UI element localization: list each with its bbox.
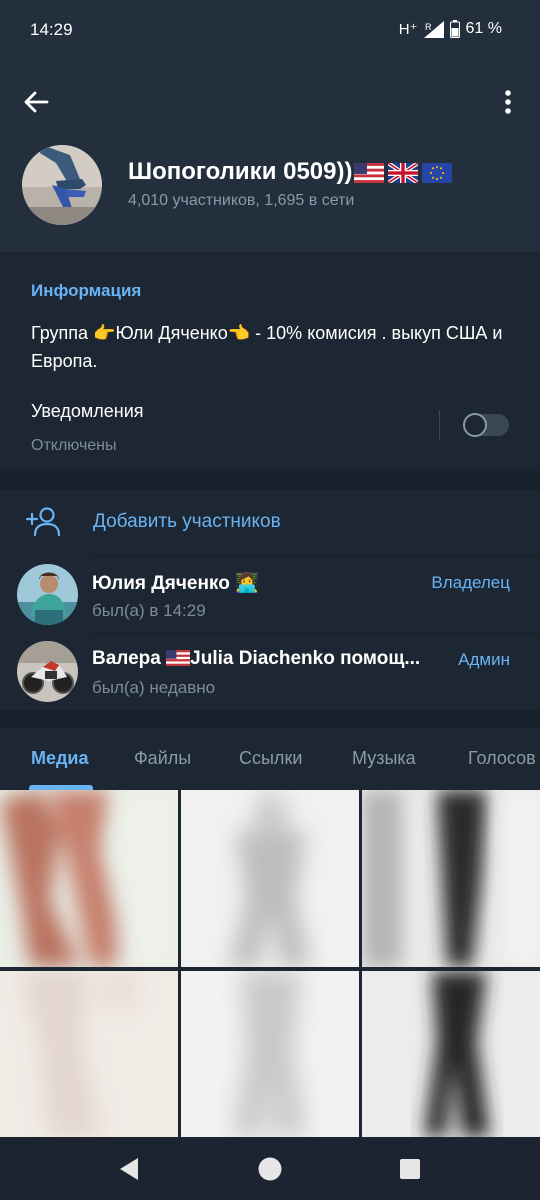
group-title-text: Шопоголики 0509)) bbox=[128, 158, 353, 185]
media-image bbox=[181, 971, 359, 1137]
media-thumbnail[interactable] bbox=[181, 790, 359, 967]
member-avatar-image bbox=[17, 641, 78, 702]
us-flag-icon bbox=[354, 162, 385, 183]
info-section: Информация Группа 👉Юли Дяченко👈 - 10% ко… bbox=[0, 253, 540, 471]
section-gap bbox=[0, 471, 540, 490]
toggle-knob bbox=[463, 413, 487, 437]
system-nav-bar bbox=[0, 1137, 540, 1200]
media-image bbox=[0, 790, 178, 967]
avatar bbox=[17, 564, 78, 625]
media-image bbox=[181, 790, 359, 967]
flags bbox=[354, 162, 453, 183]
member-avatar-image bbox=[17, 564, 78, 625]
member-role: Админ bbox=[458, 650, 510, 669]
media-grid bbox=[0, 790, 540, 1137]
member-row[interactable]: Юлия Дяченко 👩‍💻 был(а) в 14:29 Владелец bbox=[0, 556, 540, 633]
notifications-toggle[interactable] bbox=[463, 413, 509, 437]
member-name-suffix: Julia Diachenko помощ... bbox=[190, 648, 421, 669]
battery-percent: 61 % bbox=[465, 20, 502, 37]
back-arrow-icon bbox=[24, 91, 49, 113]
eu-flag-icon bbox=[422, 162, 453, 183]
section-gap bbox=[0, 710, 540, 728]
member-role: Владелец bbox=[431, 573, 510, 592]
member-row[interactable]: Валера Julia Diachenko помощ... был(а) н… bbox=[0, 633, 540, 710]
more-vertical-icon bbox=[505, 90, 511, 114]
info-heading: Информация bbox=[31, 281, 142, 300]
group-subtitle: 4,010 участников, 1,695 в сети bbox=[128, 192, 355, 209]
media-thumbnail[interactable] bbox=[362, 971, 540, 1148]
add-user-icon bbox=[26, 507, 61, 536]
members-section: Добавить участников Юлия Дяченко 👩‍💻 был… bbox=[0, 490, 540, 710]
status-time: 14:29 bbox=[30, 20, 73, 39]
tab-music[interactable]: Музыка bbox=[352, 748, 416, 769]
signal-icon: R bbox=[423, 20, 444, 38]
back-button[interactable] bbox=[18, 84, 54, 120]
network-type: H⁺ bbox=[398, 21, 418, 38]
media-thumbnail[interactable] bbox=[0, 790, 178, 967]
add-members-button[interactable]: Добавить участников bbox=[0, 490, 540, 556]
group-title: Шопоголики 0509)) bbox=[128, 158, 453, 186]
group-description: Группа 👉Юли Дяченко👈 - 10% комисия . вык… bbox=[31, 323, 503, 371]
divider bbox=[92, 633, 540, 634]
notifications-status: Отключены bbox=[31, 437, 117, 454]
media-image bbox=[362, 971, 540, 1137]
roaming-indicator: R bbox=[425, 22, 432, 32]
member-last-seen: был(а) недавно bbox=[92, 678, 216, 697]
status-indicators: H⁺ R 61 % bbox=[399, 20, 502, 38]
battery-icon bbox=[449, 20, 460, 38]
profile-header: Шопоголики 0509)) 4,010 участников, 1,69… bbox=[0, 62, 540, 252]
us-flag-icon bbox=[166, 650, 191, 666]
tab-files[interactable]: Файлы bbox=[134, 748, 191, 769]
media-thumbnail[interactable] bbox=[0, 971, 178, 1148]
media-thumbnail[interactable] bbox=[181, 971, 359, 1148]
member-last-seen: был(а) в 14:29 bbox=[92, 601, 206, 620]
more-options-button[interactable] bbox=[490, 84, 526, 120]
media-image bbox=[362, 790, 540, 967]
nav-home-icon[interactable] bbox=[256, 1155, 284, 1183]
group-avatar[interactable] bbox=[22, 145, 102, 225]
tab-links[interactable]: Ссылки bbox=[239, 748, 302, 769]
shared-media-tabs: Медиа Файлы Ссылки Музыка Голосов bbox=[0, 728, 540, 790]
nav-back-icon[interactable] bbox=[116, 1155, 144, 1183]
nav-recents-icon[interactable] bbox=[396, 1155, 424, 1183]
tab-media[interactable]: Медиа bbox=[31, 748, 89, 769]
avatar bbox=[17, 641, 78, 702]
member-name: Валера Julia Diachenko помощ... bbox=[92, 648, 420, 670]
media-image bbox=[0, 971, 178, 1137]
divider bbox=[439, 410, 440, 440]
notifications-label[interactable]: Уведомления bbox=[31, 401, 144, 422]
member-name-prefix: Валера bbox=[92, 648, 167, 669]
uk-flag-icon bbox=[388, 162, 419, 183]
group-avatar-image bbox=[22, 145, 102, 225]
status-bar: 14:29 H⁺ R 61 % bbox=[0, 0, 540, 62]
media-thumbnail[interactable] bbox=[362, 790, 540, 967]
member-name: Юлия Дяченко 👩‍💻 bbox=[92, 573, 259, 594]
tab-voice[interactable]: Голосов bbox=[468, 748, 536, 769]
add-members-label: Добавить участников bbox=[93, 511, 281, 532]
divider bbox=[92, 556, 540, 557]
